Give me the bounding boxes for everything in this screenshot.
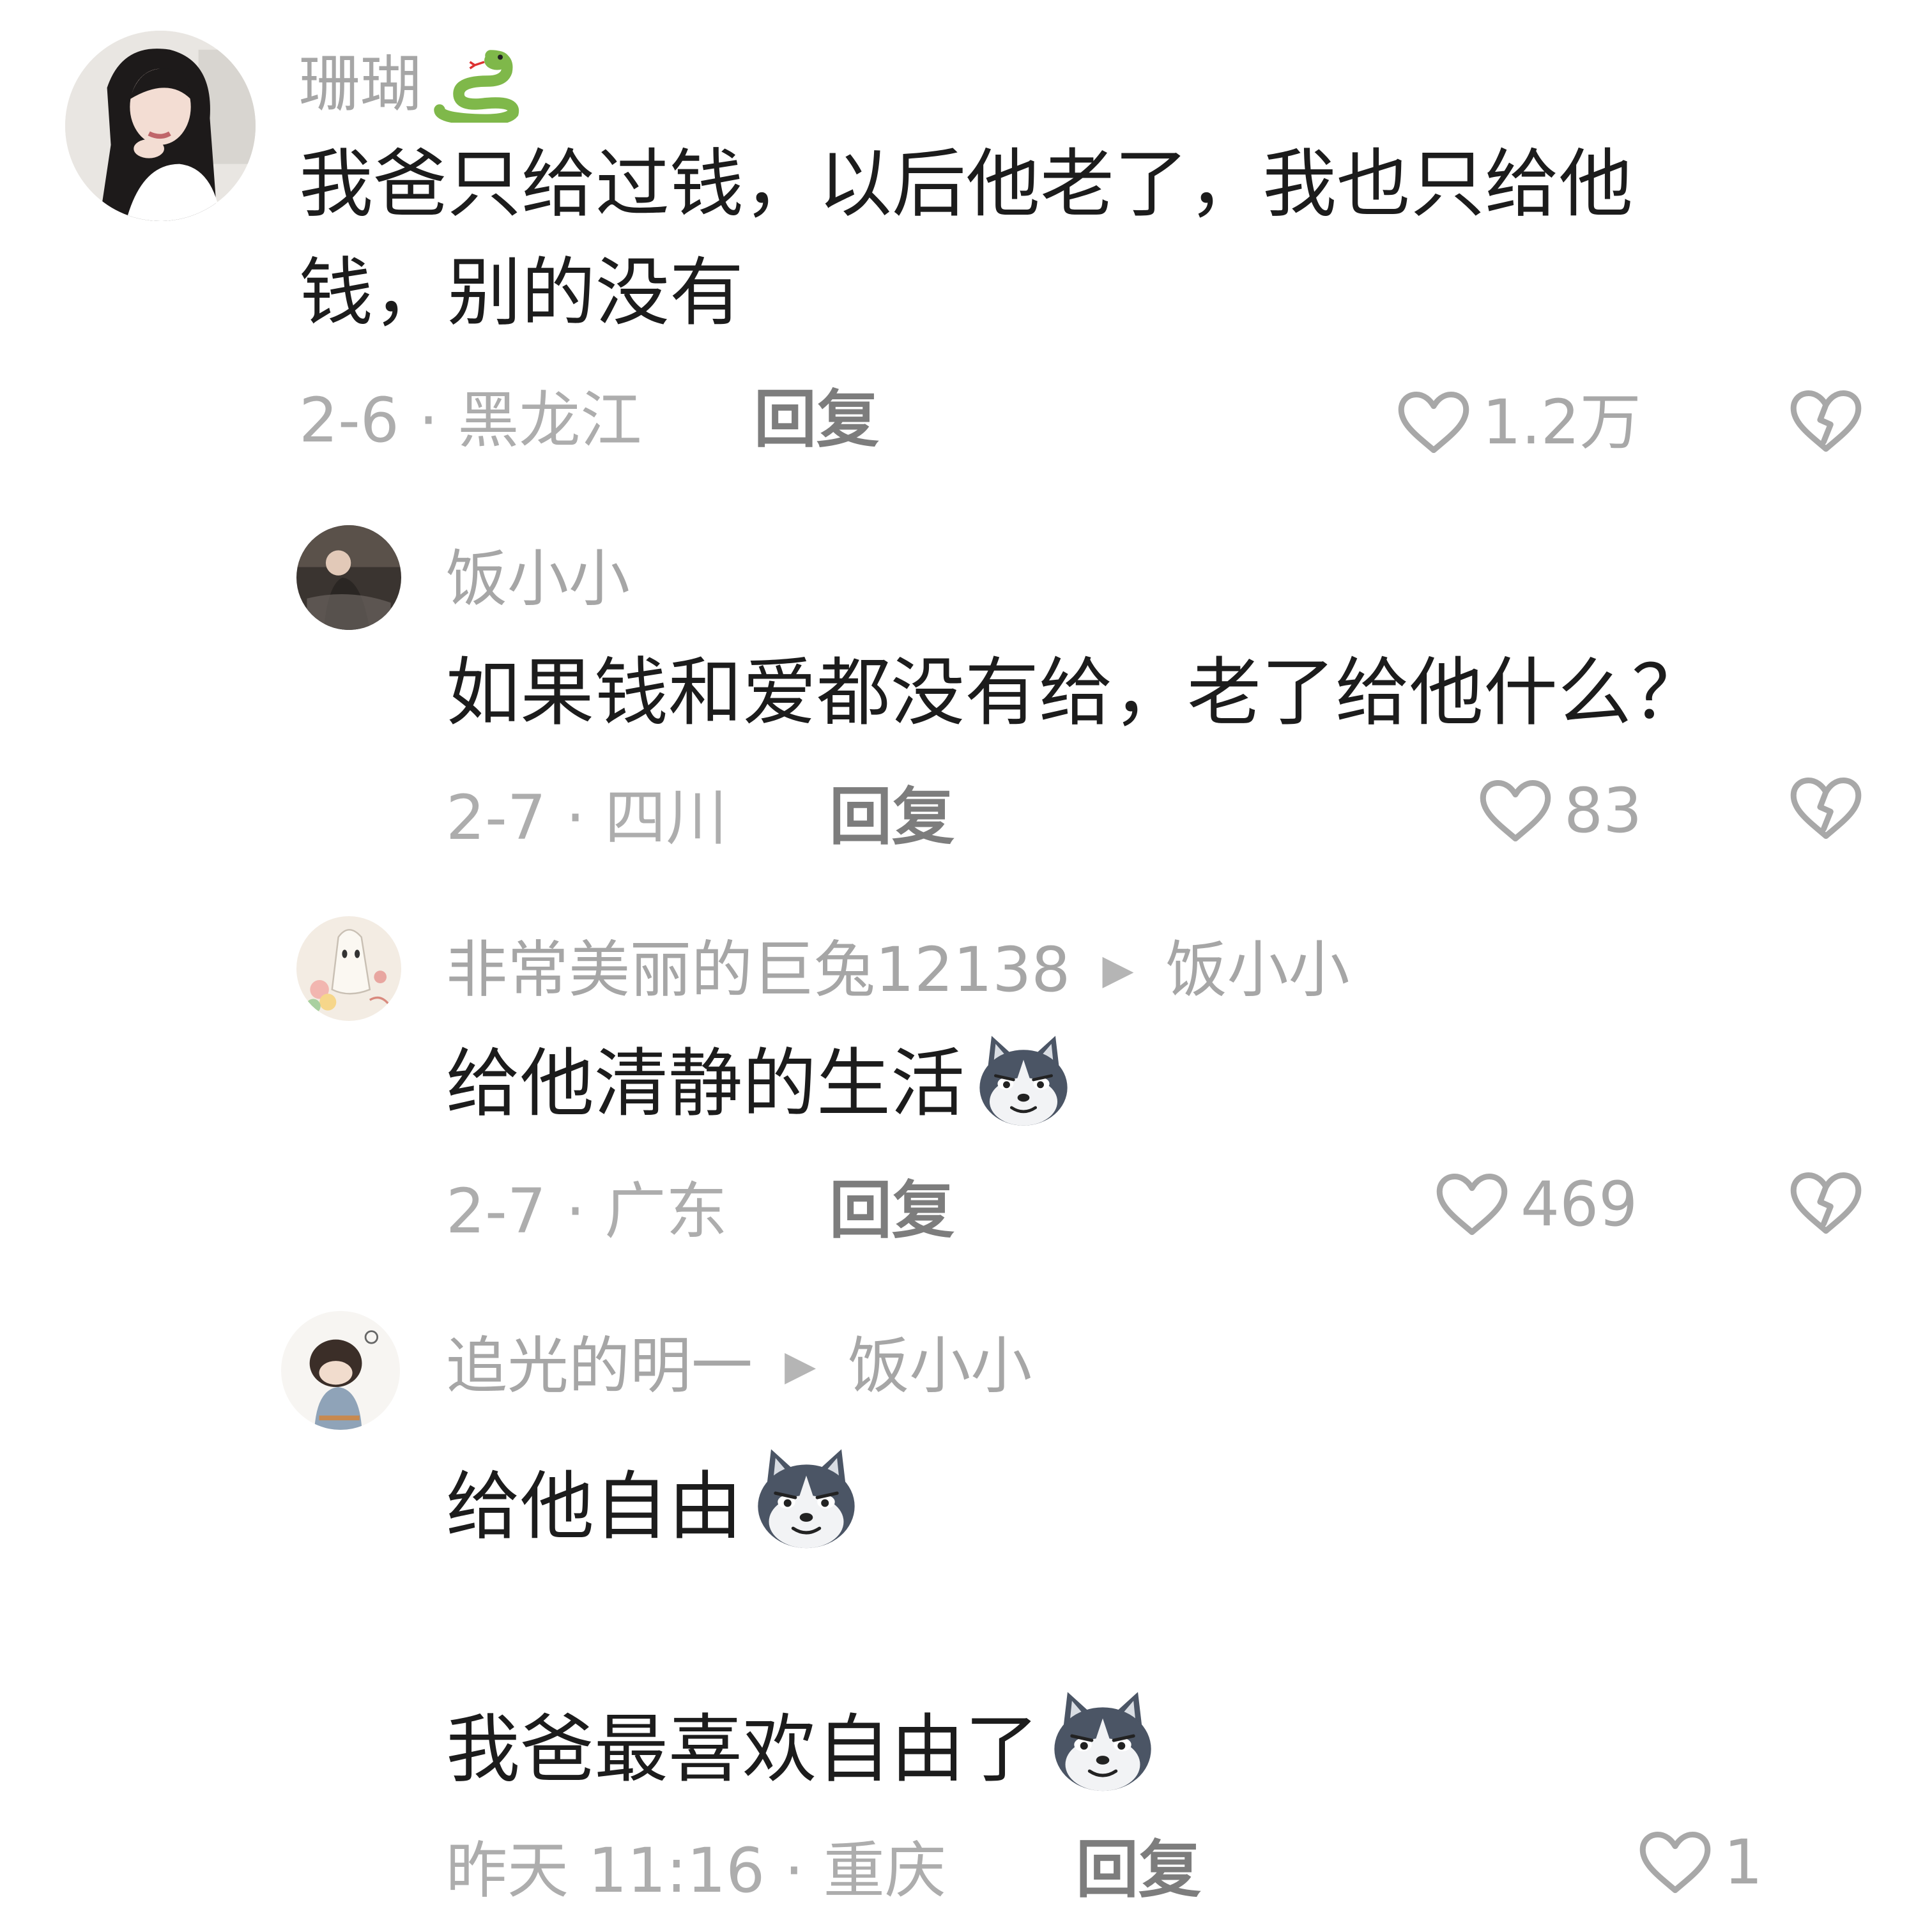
comment-item: 非常美丽的巨兔12138 ▶ 饭小小 给他清静的生活 2-7 · 广东 回复 4… bbox=[0, 905, 1932, 1275]
comment-text-line: 钱，别的没有 bbox=[299, 250, 744, 336]
username[interactable]: 珊瑚 bbox=[299, 46, 523, 123]
username[interactable]: 追光的明一 ▶ 饭小小 bbox=[446, 1335, 1032, 1397]
heart-icon bbox=[1397, 390, 1471, 455]
like-button[interactable]: 469 bbox=[1435, 1172, 1637, 1237]
avatar[interactable] bbox=[296, 525, 401, 630]
reply-to-user[interactable]: 饭小小 bbox=[848, 1335, 1032, 1397]
husky-dog-emoji bbox=[751, 1443, 861, 1552]
dislike-icon[interactable] bbox=[1789, 1170, 1863, 1236]
reply-button[interactable]: 回复 bbox=[1076, 1839, 1201, 1901]
avatar[interactable] bbox=[281, 1311, 400, 1430]
comment-text-line: 我爸只给过钱，以后他老了，我也只给他 bbox=[299, 141, 1633, 227]
comment-item: 追光的明一 ▶ 饭小小 给他自由 我爸最喜欢自由了 昨天 11:16 · 重庆 … bbox=[0, 1303, 1932, 1932]
reply-arrow-icon: ▶ bbox=[785, 1342, 816, 1390]
username-text: 珊瑚 bbox=[299, 49, 422, 120]
comment-item: 珊瑚 我爸只给过钱，以后他老了，我也只给他 钱，别的没有 2-6 · 黑龙江 回… bbox=[0, 0, 1932, 486]
comment-text-line: 给他清静的生活 bbox=[446, 1030, 1073, 1138]
dislike-icon[interactable] bbox=[1789, 776, 1863, 841]
heart-icon bbox=[1435, 1172, 1509, 1237]
comment-text-line bbox=[446, 1567, 1158, 1685]
like-count: 83 bbox=[1564, 775, 1643, 847]
comment-text: 给他自由 我爸最喜欢自由了 bbox=[446, 1443, 1158, 1809]
comment-meta: 2-7 · 四川 bbox=[446, 782, 728, 854]
comment-text-line: 如果钱和爱都没有给，老了给他什么？ bbox=[446, 650, 1706, 736]
comment-text: 给他清静的生活 bbox=[446, 1030, 1073, 1138]
like-button[interactable]: 1.2万 bbox=[1397, 390, 1641, 455]
reply-arrow-icon: ▶ bbox=[1102, 946, 1134, 993]
comment-text-content: 给他自由 bbox=[446, 1464, 742, 1550]
reply-button[interactable]: 回复 bbox=[829, 786, 954, 848]
comment-meta: 昨天 11:16 · 重庆 bbox=[446, 1835, 946, 1906]
username-text: 追光的明一 bbox=[446, 1330, 753, 1402]
avatar[interactable] bbox=[65, 31, 256, 221]
comment-text-content: 给他清静的生活 bbox=[446, 1041, 965, 1127]
username-text: 非常美丽的巨兔12138 bbox=[446, 934, 1071, 1006]
comment-text: 如果钱和爱都没有给，老了给他什么？ bbox=[446, 639, 1706, 747]
comment-text-line: 给他自由 bbox=[446, 1443, 1158, 1567]
comment-text-content: 我爸最喜欢自由了 bbox=[446, 1706, 1039, 1793]
like-count: 1 bbox=[1724, 1827, 1763, 1898]
comment-meta: 2-7 · 广东 bbox=[446, 1176, 728, 1247]
comment-meta: 2-6 · 黑龙江 bbox=[299, 385, 642, 456]
reply-to-user[interactable]: 饭小小 bbox=[1166, 939, 1350, 1000]
like-button[interactable]: 1 bbox=[1638, 1830, 1763, 1895]
snake-icon bbox=[434, 50, 519, 123]
like-count: 1.2万 bbox=[1482, 387, 1641, 458]
heart-icon bbox=[1638, 1830, 1712, 1895]
like-count: 469 bbox=[1521, 1169, 1638, 1240]
comment-item: 饭小小 如果钱和爱都没有给，老了给他什么？ 2-7 · 四川 回复 83 bbox=[0, 511, 1932, 869]
comment-text-line: 我爸最喜欢自由了 bbox=[446, 1685, 1158, 1809]
username-text: 饭小小 bbox=[446, 543, 630, 615]
husky-dog-emoji bbox=[1048, 1685, 1158, 1795]
comment-text: 我爸只给过钱，以后他老了，我也只给他 钱，别的没有 bbox=[299, 130, 1633, 348]
heart-icon bbox=[1478, 778, 1552, 843]
dislike-icon[interactable] bbox=[1789, 388, 1863, 454]
username[interactable]: 非常美丽的巨兔12138 ▶ 饭小小 bbox=[446, 939, 1350, 1000]
like-button[interactable]: 83 bbox=[1478, 778, 1642, 843]
reply-button[interactable]: 回复 bbox=[829, 1179, 954, 1242]
username[interactable]: 饭小小 bbox=[446, 548, 630, 610]
husky-dog-emoji bbox=[974, 1030, 1073, 1130]
reply-button[interactable]: 回复 bbox=[754, 388, 879, 451]
avatar[interactable] bbox=[296, 916, 401, 1021]
